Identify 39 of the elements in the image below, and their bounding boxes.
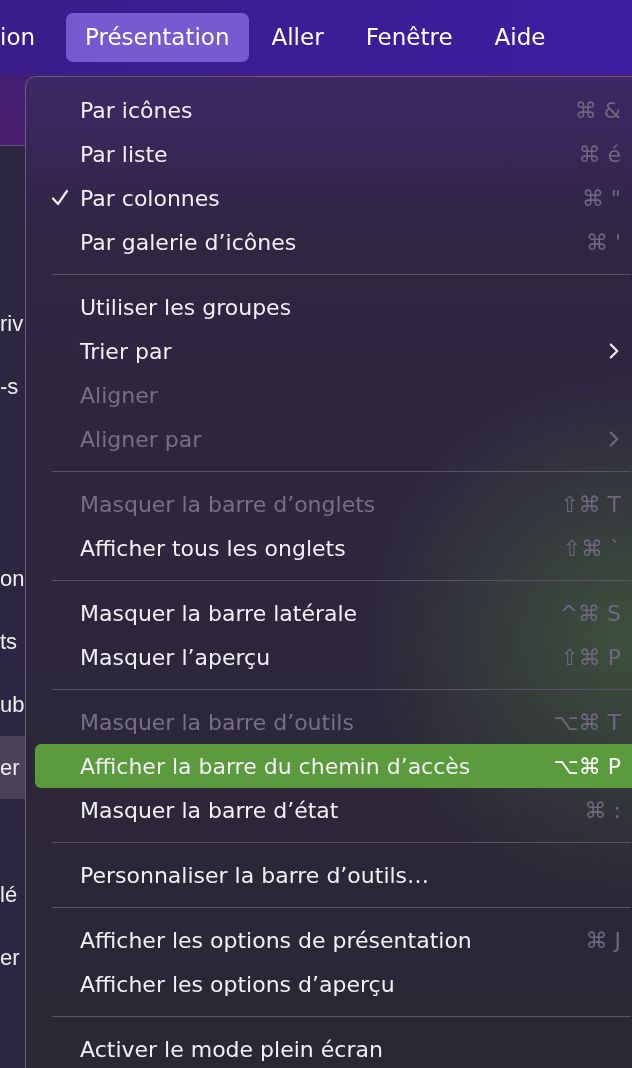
keyboard-shortcut: ⌥⌘ P — [553, 753, 621, 779]
keyboard-shortcut: ⇧⌘ ` — [562, 535, 621, 561]
menu-item[interactable]: Masquer la barre d’état ⌘ : — [35, 788, 632, 832]
menu-item[interactable]: Par icônes ⌘ & — [35, 88, 632, 132]
menu-item[interactable]: Masquer l’aperçu ⇧⌘ P — [35, 635, 632, 679]
menu-item[interactable]: Personnaliser la barre d’outils… — [35, 853, 632, 897]
keyboard-shortcut: ⌘ & — [574, 97, 621, 123]
keyboard-shortcut: ⌘ é — [578, 141, 621, 167]
sidebar-item[interactable]: ub — [0, 673, 26, 736]
keyboard-shortcut: ⇧⌘ T — [560, 491, 621, 517]
keyboard-shortcut: ^⌘ S — [559, 600, 621, 626]
keyboard-shortcut: ⌘ " — [581, 185, 621, 211]
sidebar-item[interactable]: riv — [0, 292, 26, 355]
menu-bar-item[interactable]: Fenêtre — [346, 12, 472, 62]
menu-bar-item[interactable]: Aller — [252, 12, 343, 62]
keyboard-shortcut: ⌘ ' — [585, 229, 621, 255]
keyboard-shortcut: ⌘ J — [585, 927, 621, 953]
menu-bar-item[interactable]: Présentation — [66, 12, 249, 62]
sidebar-item[interactable]: er — [0, 926, 26, 989]
sidebar-item[interactable]: er — [0, 736, 26, 799]
keyboard-shortcut: ⇧⌘ P — [560, 644, 621, 670]
menu-item[interactable]: Trier par — [35, 329, 632, 373]
menu-item[interactable]: Activer le mode plein écran — [35, 1027, 632, 1068]
sidebar-item[interactable]: -s — [0, 355, 26, 418]
menu-item[interactable]: Afficher les options de présentation ⌘ J — [35, 918, 632, 962]
menu-item[interactable]: Par liste ⌘ é — [35, 132, 632, 176]
sidebar-item[interactable]: on — [0, 547, 26, 610]
menu-item[interactable]: Par galerie d’icônes ⌘ ' — [35, 220, 632, 264]
menu-item[interactable]: Par colonnes ⌘ " — [35, 176, 632, 220]
keyboard-shortcut: ⌘ : — [584, 797, 621, 823]
sidebar-item[interactable]: ts — [0, 610, 26, 673]
keyboard-shortcut: ⌥⌘ T — [553, 709, 621, 735]
menu-item[interactable]: Masquer la barre latérale ^⌘ S — [35, 591, 632, 635]
menu-item[interactable]: Utiliser les groupes — [35, 285, 632, 329]
menu-bar-item[interactable]: ion — [0, 12, 55, 62]
menu-item[interactable]: Afficher tous les onglets ⇧⌘ ` — [35, 526, 632, 570]
sidebar-item[interactable]: lé — [0, 863, 26, 926]
menu-bar-item[interactable]: Aide — [475, 12, 565, 62]
menu-item[interactable]: Afficher les options d’aperçu — [35, 962, 632, 1006]
